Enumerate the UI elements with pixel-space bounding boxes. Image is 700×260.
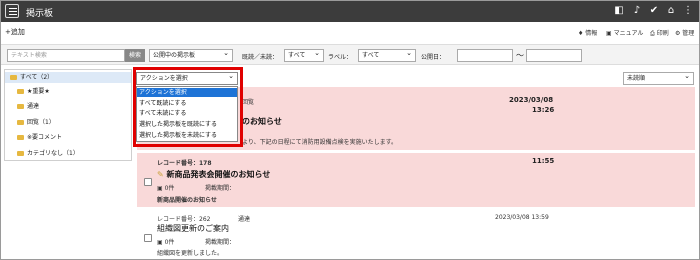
comment-count: 0件: [164, 239, 175, 246]
print-link[interactable]: ⎙ 印刷: [650, 28, 669, 38]
date-to-input[interactable]: [526, 49, 582, 62]
add-button[interactable]: +追加: [5, 27, 25, 37]
manual-link[interactable]: ▣ マニュアル: [606, 28, 643, 37]
sidebar-item-circular[interactable]: 回覧（1）: [5, 117, 131, 128]
info-label: 情報: [585, 30, 598, 37]
label-filter-select[interactable]: すべて: [358, 48, 416, 62]
sidebar-item-important[interactable]: ★重要★: [5, 86, 131, 97]
sidebar-item-label: ★重要★: [27, 88, 50, 95]
sidebar-item-label: ※要コメント: [27, 134, 63, 141]
folder-icon: [17, 135, 24, 140]
label-filter-label: ラベル：: [328, 54, 353, 61]
record-title[interactable]: ✎ 新商品発表会開催のお知らせ: [157, 169, 270, 180]
record-title[interactable]: 組織図更新のご案内: [157, 223, 229, 234]
folder-open-icon: [10, 75, 17, 80]
record-comments: ▣ 0件: [157, 185, 175, 192]
record-time: 13:26: [532, 106, 555, 114]
category-sidebar: すべて（2） ★重要★ 通達 回覧（1） ※要コメント カテゴリなし（1）: [4, 69, 132, 161]
manual-label: マニュアル: [613, 30, 644, 37]
sidebar-item-notice[interactable]: 通達: [5, 101, 131, 112]
record-comments: ▣ 0件: [157, 239, 175, 246]
bell-icon[interactable]: ♪: [631, 5, 643, 17]
print-label: 印刷: [656, 30, 669, 37]
toolbar: +追加 ♦ 情報 ▣ マニュアル ⎙ 印刷 ⚙ 管理: [1, 23, 699, 41]
highlight-annotation: [133, 67, 243, 147]
menu-icon[interactable]: [5, 4, 19, 18]
filter-bar: テキスト検索 検索 公開中の掲示板 既読／未読： すべて ラベル： すべて 公開…: [1, 44, 699, 65]
sidebar-item-label: カテゴリなし（1）: [27, 150, 79, 157]
search-input[interactable]: テキスト検索: [7, 49, 125, 62]
record-body: 組織図を更新しました。: [157, 250, 224, 257]
home-icon[interactable]: ⌂: [665, 5, 677, 17]
folder-icon: [17, 89, 24, 94]
sidebar-item-comment[interactable]: ※要コメント: [5, 132, 131, 143]
read-filter-select[interactable]: すべて: [284, 48, 324, 62]
record-period: 掲載期間：: [205, 185, 236, 192]
record-period: 掲載期間：: [205, 239, 236, 246]
record-number: レコード番号：178: [157, 160, 212, 167]
sidebar-item-uncategorized[interactable]: カテゴリなし（1）: [5, 148, 131, 159]
folder-icon: [17, 104, 24, 109]
record-date: 2023/03/08 13:59: [495, 214, 549, 221]
date-tilde: ～: [516, 51, 524, 60]
record-time: 11:55: [532, 157, 555, 165]
bookmark-icon[interactable]: ◧: [613, 5, 625, 17]
list-item[interactable]: レコード番号：262 通達 2023/03/08 13:59 組織図更新のご案内…: [137, 210, 695, 260]
app-header: 掲示板 ◧ ♪ ✔ ⌂ ⋮: [1, 1, 699, 22]
sidebar-item-label: すべて（2）: [20, 74, 54, 81]
comment-count: 0件: [164, 185, 175, 192]
app-title: 掲示板: [26, 9, 54, 19]
record-number: レコード番号：262: [157, 216, 211, 223]
more-vert-icon[interactable]: ⋮: [682, 5, 694, 17]
sidebar-item-label: 通達: [27, 103, 40, 110]
admin-label: 管理: [682, 30, 695, 37]
info-link[interactable]: ♦ 情報: [578, 28, 597, 37]
record-checkbox[interactable]: [144, 178, 152, 186]
record-checkbox[interactable]: [144, 234, 152, 242]
admin-link[interactable]: ⚙ 管理: [675, 28, 694, 37]
record-date: 2023/03/08: [509, 96, 554, 104]
record-category: 回覧: [242, 99, 255, 106]
record-title[interactable]: のお知らせ: [242, 116, 282, 127]
record-category: 通達: [238, 216, 251, 223]
date-filter-label: 公開日：: [421, 54, 446, 61]
record-body: 新商品開催のお知らせ: [157, 197, 217, 204]
attachment-icon: ✎: [157, 170, 164, 179]
folder-icon: [17, 120, 24, 125]
date-from-input[interactable]: [457, 49, 513, 62]
board-select[interactable]: 公開中の掲示板: [149, 48, 233, 62]
record-body: より、下記の日程にて消防用設備点検を実施いたします。: [242, 139, 398, 146]
sidebar-item-all[interactable]: すべて（2）: [5, 72, 131, 83]
read-filter-label: 既読／未読：: [242, 54, 279, 61]
folder-icon: [17, 151, 24, 156]
list-item[interactable]: レコード番号：178 11:55 ✎ 新商品発表会開催のお知らせ ▣ 0件 掲載…: [137, 153, 695, 207]
sidebar-item-label: 回覧（1）: [27, 119, 55, 126]
sort-select[interactable]: 未読順: [623, 71, 694, 85]
check-icon[interactable]: ✔: [648, 5, 660, 17]
search-button[interactable]: 検索: [125, 49, 145, 62]
record-title-text: 新商品発表会開催のお知らせ: [166, 170, 271, 179]
